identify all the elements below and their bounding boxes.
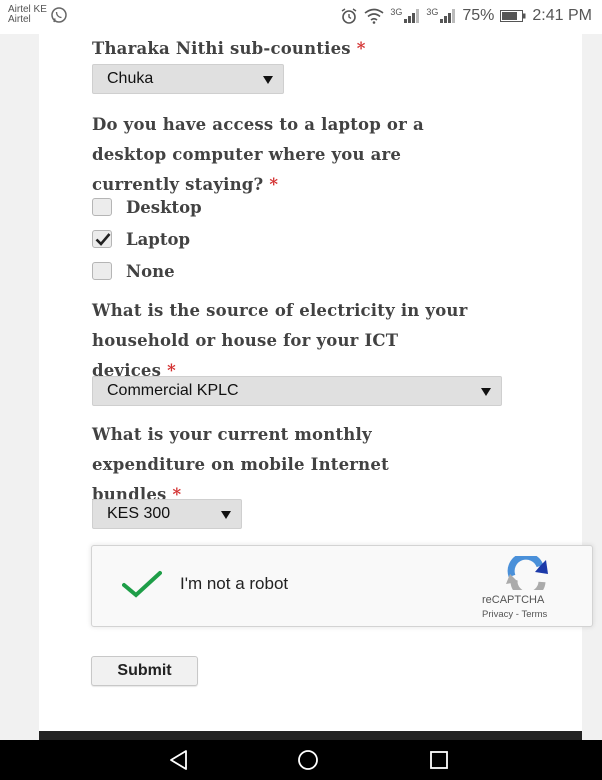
subcounty-question: Tharaka Nithi sub-counties * [92, 34, 366, 64]
computer-access-question: Do you have access to a laptop or a desk… [92, 110, 424, 200]
submit-button[interactable]: Submit [91, 656, 198, 686]
checkbox-label: None [126, 261, 175, 281]
expenditure-label-line: expenditure on mobile Internet [92, 455, 389, 474]
electricity-label-line: What is the source of electricity in you… [92, 301, 468, 320]
recaptcha-logo-icon [506, 556, 548, 590]
status-icons: 3G 3G 75% 2:41 PM [340, 6, 592, 26]
dropdown-arrow-icon [221, 511, 231, 519]
checkbox-laptop[interactable]: Laptop [92, 227, 190, 251]
clock: 2:41 PM [532, 7, 592, 24]
signal-icon [440, 9, 456, 23]
checkbox-desktop[interactable]: Desktop [92, 195, 202, 219]
electricity-question: What is the source of electricity in you… [92, 296, 468, 386]
status-bar: Airtel KE Airtel 3G 3G 75% 2:41 PM [0, 0, 602, 34]
required-marker: * [356, 39, 366, 58]
page-margin-left [0, 34, 39, 740]
recaptcha-checkbox[interactable] [122, 570, 162, 598]
android-nav-bar [0, 740, 602, 780]
terms-link[interactable]: Terms [521, 609, 547, 620]
carrier-secondary: Airtel [8, 14, 31, 25]
required-marker: * [269, 175, 279, 194]
recaptcha-widget: I'm not a robot reCAPTCHA Privacy - Term… [91, 545, 593, 627]
expenditure-label-line: What is your current monthly [92, 425, 372, 444]
electricity-select[interactable]: Commercial KPLC [92, 376, 502, 406]
dropdown-arrow-icon [481, 388, 491, 396]
signal-icon [404, 9, 420, 23]
expenditure-selected-value: KES 300 [107, 505, 171, 522]
subcounty-select[interactable]: Chuka [92, 64, 284, 94]
subcounty-label: Tharaka Nithi sub-counties [92, 39, 351, 58]
recaptcha-brand: reCAPTCHA [482, 594, 545, 606]
back-icon[interactable] [168, 749, 190, 771]
battery-percent: 75% [462, 7, 495, 24]
page-margin-right [582, 34, 602, 740]
computer-access-label-line: currently staying? [92, 175, 264, 194]
recaptcha-label: I'm not a robot [180, 574, 289, 593]
home-icon[interactable] [296, 749, 320, 771]
whatsapp-icon [51, 7, 67, 23]
network-type-2: 3G [426, 7, 439, 17]
checkbox-label: Desktop [126, 197, 202, 217]
wifi-icon [364, 8, 384, 24]
checkbox-none[interactable]: None [92, 259, 175, 283]
checkbox-box[interactable] [92, 230, 112, 248]
checkbox-box[interactable] [92, 262, 112, 280]
checkbox-box[interactable] [92, 198, 112, 216]
electricity-label-line: household or house for your ICT [92, 331, 399, 350]
internet-expenditure-question: What is your current monthly expenditure… [92, 420, 389, 510]
network-type-1: 3G [390, 7, 403, 17]
privacy-link[interactable]: Privacy [482, 609, 513, 620]
carrier-label: Airtel KE Airtel [8, 5, 47, 25]
computer-access-label-line: desktop computer where you are [92, 145, 402, 164]
checkmark-icon [95, 233, 111, 246]
alarm-icon [341, 8, 357, 24]
computer-access-label-line: Do you have access to a laptop or a [92, 115, 424, 134]
dropdown-arrow-icon [263, 76, 273, 84]
electricity-selected-value: Commercial KPLC [107, 382, 239, 399]
recents-icon[interactable] [428, 749, 450, 771]
battery-icon [500, 10, 526, 22]
recaptcha-links: Privacy - Terms [482, 609, 547, 620]
expenditure-select[interactable]: KES 300 [92, 499, 242, 529]
subcounty-selected-value: Chuka [107, 70, 154, 87]
checkbox-label: Laptop [126, 229, 190, 249]
